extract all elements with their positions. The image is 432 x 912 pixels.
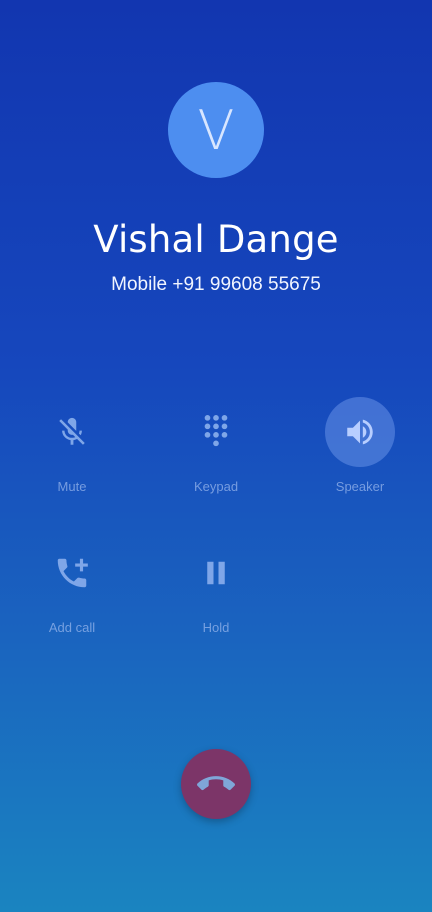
caller-name: Vishal Dange [93, 218, 339, 261]
keypad-label: Keypad [193, 479, 239, 494]
mute-label: Mute [57, 479, 87, 494]
end-call-button[interactable] [181, 749, 251, 819]
add-call-button[interactable]: Add call [12, 538, 132, 648]
mic-off-icon [37, 397, 107, 467]
add-call-label: Add call [48, 620, 96, 635]
avatar-initial: V [197, 98, 235, 162]
mute-button[interactable]: Mute [12, 397, 132, 507]
add-call-icon [37, 538, 107, 608]
pause-icon [181, 538, 251, 608]
dialpad-icon [181, 397, 251, 467]
end-call-icon [197, 776, 235, 791]
hold-label: Hold [202, 620, 230, 635]
hold-button[interactable]: Hold [156, 538, 276, 648]
caller-number: Mobile +91 99608 55675 [111, 274, 321, 295]
speaker-button[interactable]: Speaker [300, 397, 420, 507]
speaker-icon [325, 397, 395, 467]
speaker-label: Speaker [335, 479, 385, 494]
keypad-button[interactable]: Keypad [156, 397, 276, 507]
caller-avatar: V [168, 82, 264, 178]
